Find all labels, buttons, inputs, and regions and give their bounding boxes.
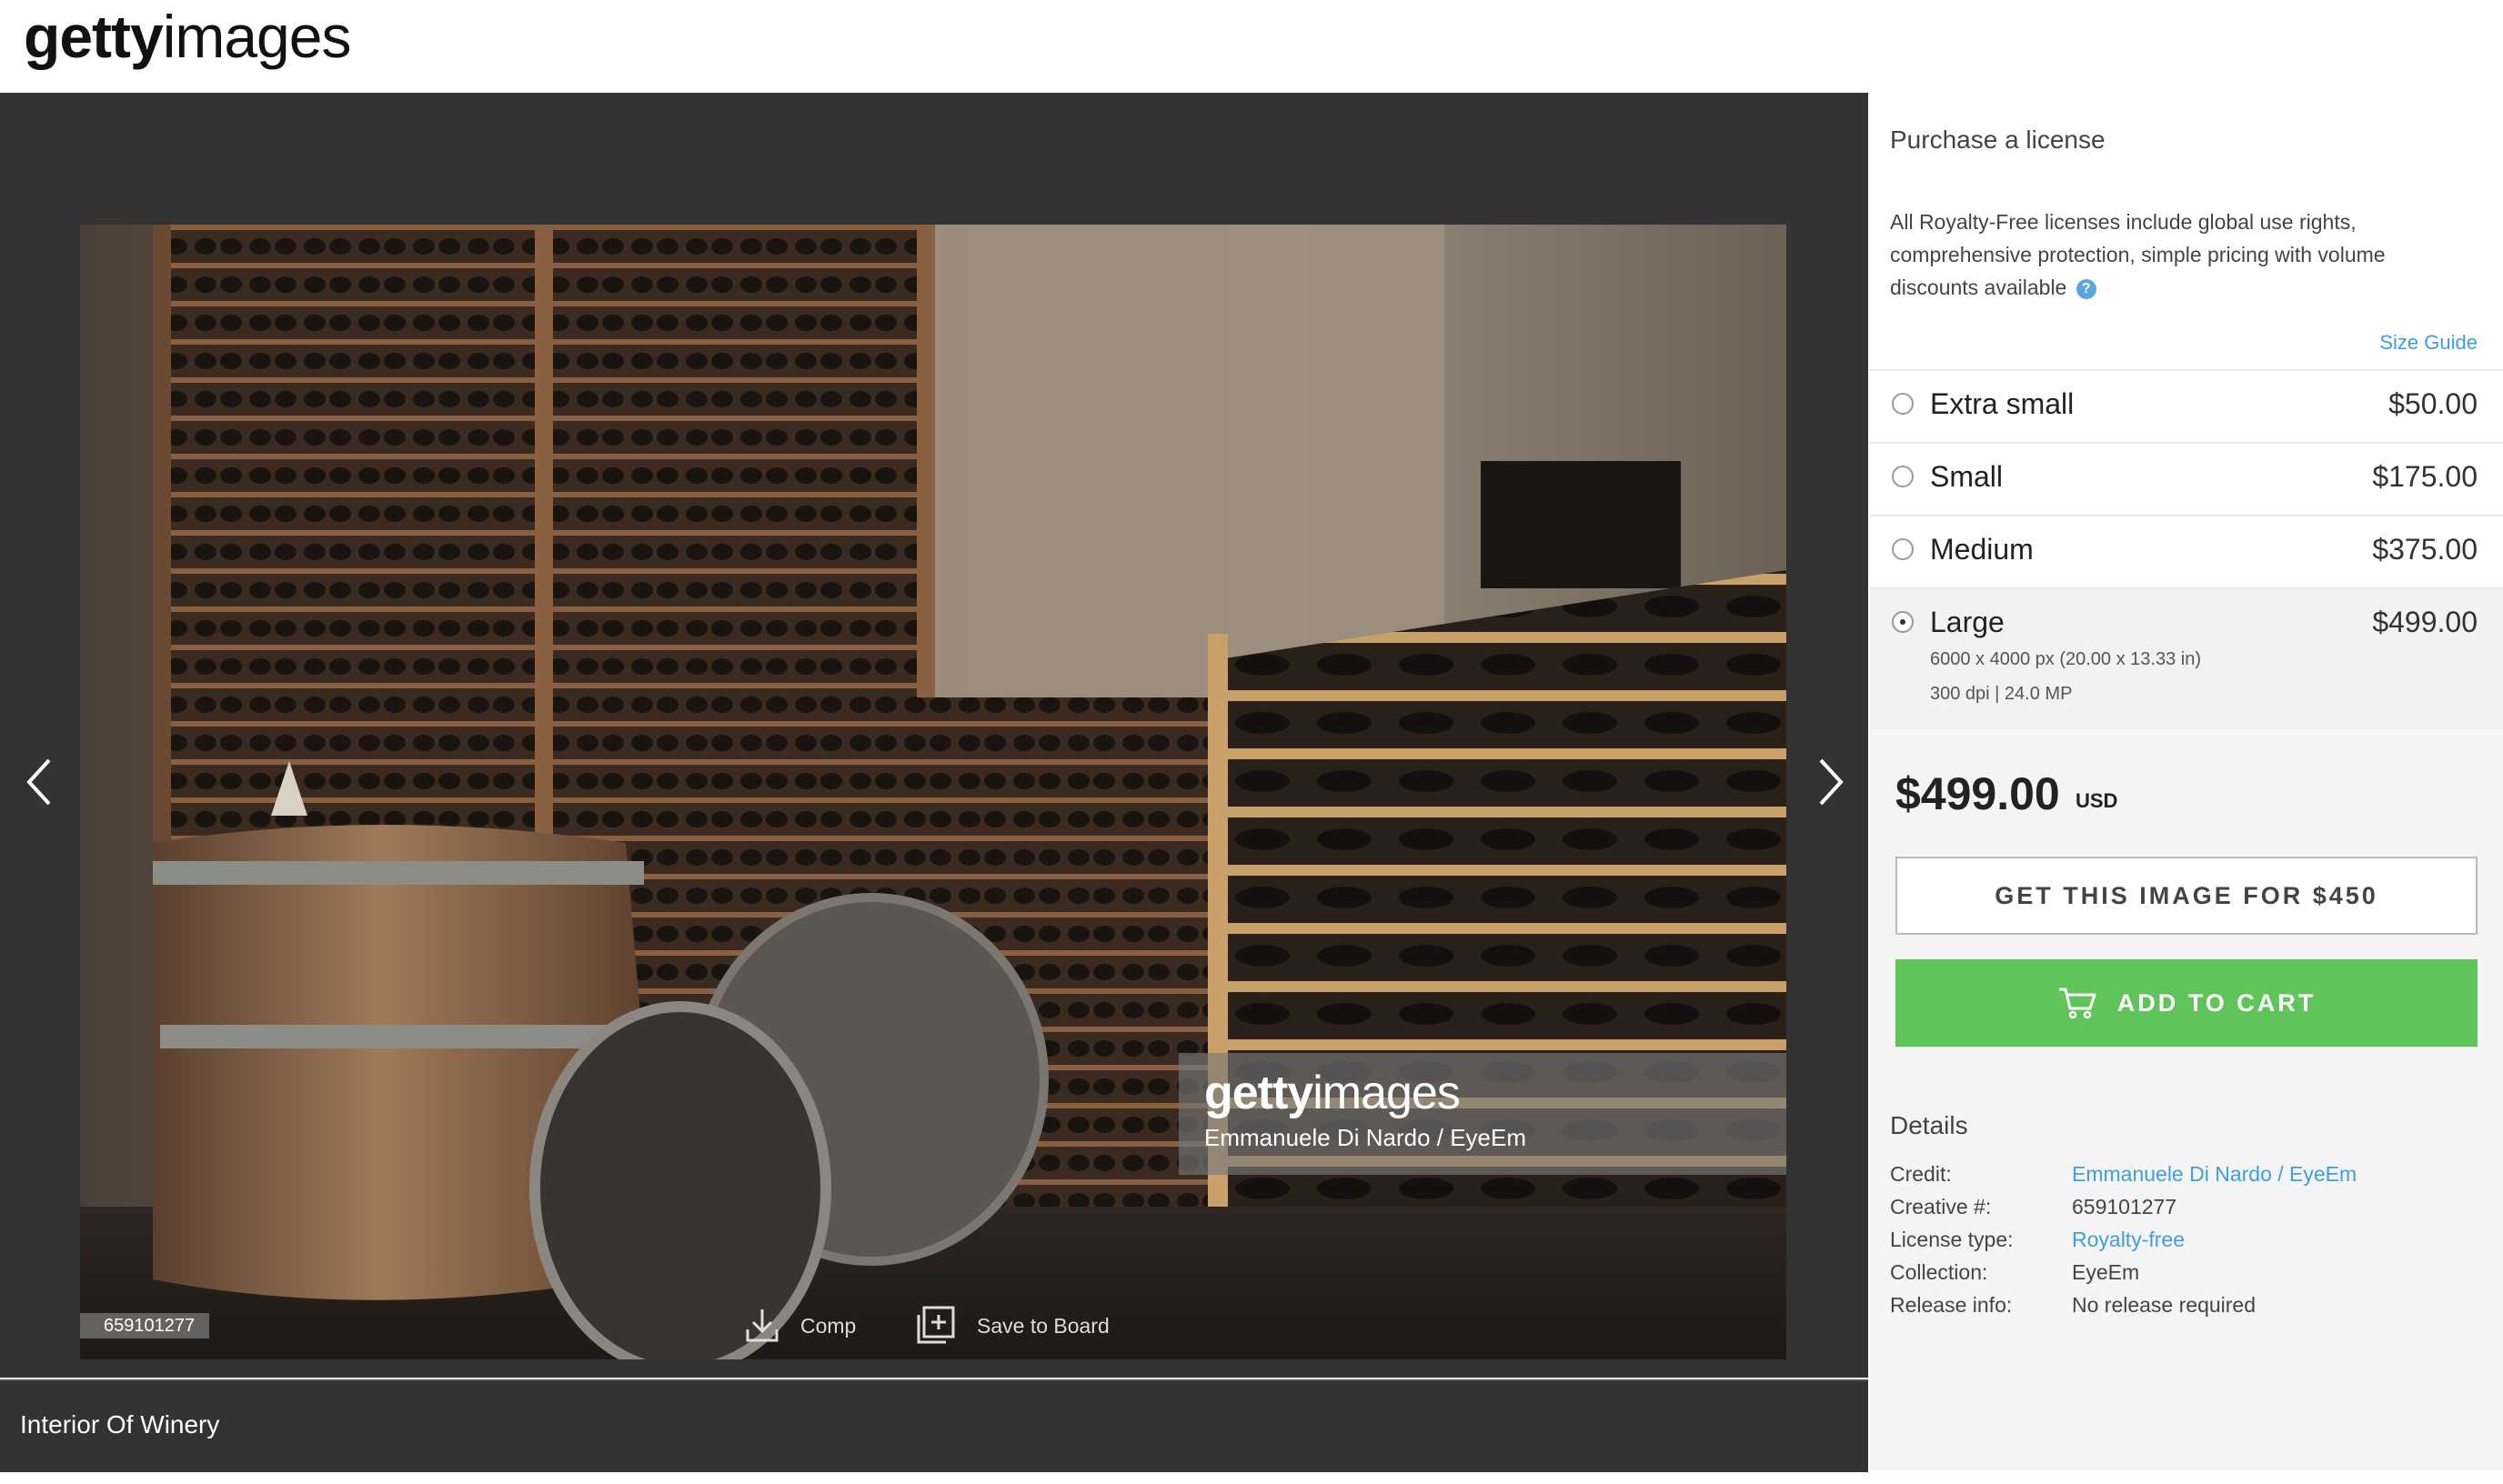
- details-title: Details: [1890, 1111, 1968, 1139]
- detail-row-creative-number: Creative #: 659101277: [1890, 1195, 2490, 1228]
- image-viewer: gettyimages Emmanuele Di Nardo / EyeEm 6…: [0, 93, 1868, 1378]
- detail-value: No release required: [2072, 1293, 2257, 1317]
- size-price: $50.00: [2388, 387, 2478, 420]
- size-option-small[interactable]: Small $175.00: [1870, 442, 2503, 515]
- detail-row-credit: Credit: Emmanuele Di Nardo / EyeEm: [1890, 1162, 2490, 1195]
- add-to-board-icon: [917, 1306, 955, 1344]
- logo-bold-part: getty: [24, 3, 164, 70]
- detail-key: License type:: [1890, 1228, 2014, 1251]
- currency-label: USD: [2076, 789, 2118, 812]
- size-price: $375.00: [2372, 533, 2478, 566]
- detail-value: EyeEm: [2072, 1260, 2140, 1284]
- arrow-right-icon: [1819, 758, 1844, 806]
- watermark-logo-bold: getty: [1204, 1067, 1313, 1119]
- size-radio-selected[interactable]: [1892, 611, 1914, 633]
- detail-key: Credit:: [1890, 1162, 1952, 1186]
- watermark-logo: gettyimages: [1204, 1066, 1461, 1120]
- size-name: Medium: [1930, 533, 2034, 566]
- purchase-panel: Purchase a license All Royalty-Free lice…: [1870, 93, 2503, 1470]
- size-price: $175.00: [2372, 460, 2478, 493]
- detail-row-release-info: Release info: No release required: [1890, 1293, 2490, 1326]
- wine-cellar-photo: [80, 225, 1786, 1359]
- save-to-board-label: Save to Board: [977, 1313, 1110, 1338]
- detail-key: Release info:: [1890, 1293, 2013, 1317]
- previous-image-button[interactable]: [22, 755, 58, 809]
- size-radio[interactable]: [1892, 393, 1914, 415]
- getty-images-logo[interactable]: gettyimages: [24, 2, 352, 71]
- cart-icon: [2058, 988, 2096, 1019]
- size-radio[interactable]: [1892, 466, 1914, 487]
- credit-link[interactable]: Emmanuele Di Nardo / EyeEm: [2072, 1162, 2357, 1187]
- size-guide-link[interactable]: Size Guide: [2379, 331, 2478, 355]
- detail-key: Creative #:: [1890, 1195, 1992, 1218]
- image-caption-bar: Interior Of Winery: [0, 1379, 1868, 1472]
- size-price: $499.00: [2372, 606, 2478, 638]
- comp-label: Comp: [800, 1313, 857, 1338]
- total-price: $499.00: [1895, 768, 2060, 819]
- next-image-button[interactable]: [1812, 755, 1848, 809]
- size-option-large[interactable]: Large $499.00 6000 x 4000 px (20.00 x 13…: [1870, 587, 2503, 731]
- detail-row-collection: Collection: EyeEm: [1890, 1260, 2490, 1293]
- download-icon: [746, 1309, 779, 1342]
- size-name: Extra small: [1930, 387, 2075, 420]
- site-header: gettyimages: [0, 0, 2503, 94]
- get-this-image-button[interactable]: GET THIS IMAGE FOR $450: [1895, 857, 2478, 935]
- arrow-left-icon: [26, 758, 51, 806]
- license-description: All Royalty-Free licenses include global…: [1890, 206, 2454, 304]
- size-resolution: 300 dpi | 24.0 MP: [1930, 684, 2073, 704]
- image-actions: Comp Save to Board: [0, 1291, 1868, 1364]
- details-list: Credit: Emmanuele Di Nardo / EyeEm Creat…: [1890, 1162, 2490, 1326]
- save-to-board-button[interactable]: Save to Board: [915, 1306, 1110, 1346]
- size-dimensions: 6000 x 4000 px (20.00 x 13.33 in): [1930, 649, 2201, 669]
- license-options: Purchase a license All Royalty-Free lice…: [1870, 93, 2503, 731]
- purchase-title: Purchase a license: [1890, 125, 2106, 154]
- detail-key: Collection:: [1890, 1260, 1988, 1284]
- help-icon[interactable]: ?: [2076, 278, 2096, 299]
- image-title: Interior Of Winery: [20, 1410, 220, 1439]
- size-option-extra-small[interactable]: Extra small $50.00: [1870, 369, 2503, 442]
- logo-light-part: images: [162, 3, 352, 70]
- main-photo: gettyimages Emmanuele Di Nardo / EyeEm: [80, 225, 1786, 1359]
- license-type-link[interactable]: Royalty-free: [2072, 1228, 2185, 1252]
- size-name: Small: [1930, 460, 2004, 493]
- size-name: Large: [1930, 606, 2005, 638]
- add-to-cart-button[interactable]: ADD TO CART: [1895, 959, 2478, 1047]
- license-description-text: All Royalty-Free licenses include global…: [1890, 210, 2386, 299]
- size-radio[interactable]: [1892, 538, 1914, 560]
- getty-watermark: gettyimages Emmanuele Di Nardo / EyeEm: [1179, 1053, 1786, 1175]
- size-option-medium[interactable]: Medium $375.00: [1870, 515, 2503, 587]
- watermark-credit: Emmanuele Di Nardo / EyeEm: [1204, 1124, 1527, 1151]
- comp-download-button[interactable]: Comp: [746, 1308, 856, 1344]
- detail-value: 659101277: [2072, 1195, 2177, 1218]
- detail-row-license-type: License type: Royalty-free: [1890, 1228, 2490, 1260]
- add-to-cart-label: ADD TO CART: [2116, 988, 2317, 1017]
- watermark-logo-light: images: [1312, 1067, 1461, 1119]
